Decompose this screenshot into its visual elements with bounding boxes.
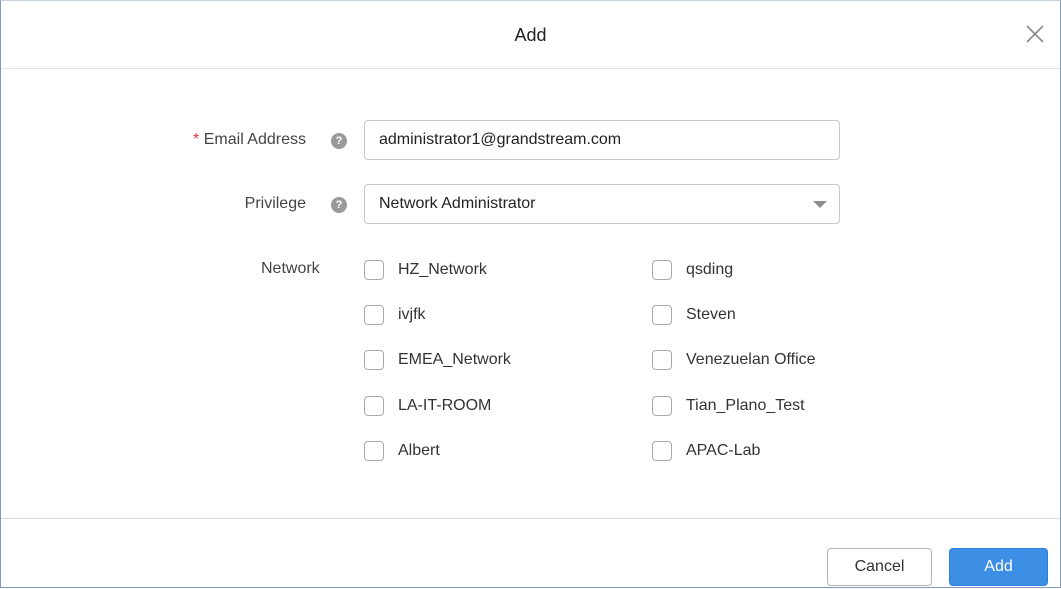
network-label: Network <box>261 260 320 277</box>
network-checkbox-apac-lab[interactable]: APAC-Lab <box>652 439 760 463</box>
checkbox-label: EMEA_Network <box>398 351 511 368</box>
network-checkbox-tian-plano-test[interactable]: Tian_Plano_Test <box>652 394 805 418</box>
checkbox-label: Albert <box>398 442 440 459</box>
network-checkbox-venezuelan-office[interactable]: Venezuelan Office <box>652 348 816 372</box>
network-checkbox-ivjfk[interactable]: ivjfk <box>364 303 426 327</box>
add-dialog: Add * Email Address ? administrator1@gra… <box>0 0 1061 588</box>
checkbox-label: ivjfk <box>398 306 426 323</box>
checkbox[interactable] <box>364 396 384 416</box>
chevron-down-icon <box>813 201 827 208</box>
checkbox[interactable] <box>364 305 384 325</box>
dialog-title: Add <box>514 25 547 45</box>
checkbox[interactable] <box>652 441 672 461</box>
network-checkbox-emea-network[interactable]: EMEA_Network <box>364 348 511 372</box>
network-checkbox-hz-network[interactable]: HZ_Network <box>364 258 487 282</box>
privilege-label: Privilege <box>244 195 306 212</box>
help-icon[interactable]: ? <box>331 197 347 213</box>
cancel-button[interactable]: Cancel <box>827 548 932 586</box>
checkbox-label: qsding <box>686 261 734 278</box>
network-checkbox-steven[interactable]: Steven <box>652 303 736 327</box>
checkbox[interactable] <box>364 350 384 370</box>
privilege-select[interactable]: Network Administrator <box>364 184 840 224</box>
checkbox[interactable] <box>364 441 384 461</box>
privilege-selected-value: Network Administrator <box>379 195 536 212</box>
checkbox[interactable] <box>652 350 672 370</box>
checkbox-label: Steven <box>686 306 736 323</box>
email-field[interactable]: administrator1@grandstream.com <box>364 120 840 160</box>
checkbox[interactable] <box>652 396 672 416</box>
checkbox-label: Venezuelan Office <box>686 351 816 368</box>
network-checkbox-albert[interactable]: Albert <box>364 439 440 463</box>
checkbox[interactable] <box>652 305 672 325</box>
checkbox[interactable] <box>652 260 672 280</box>
email-label-text: Email Address <box>203 131 306 148</box>
checkbox-label: APAC-Lab <box>686 442 761 459</box>
checkbox-label: Tian_Plano_Test <box>686 397 805 414</box>
checkbox-label: LA-IT-ROOM <box>398 397 492 414</box>
checkbox-label: HZ_Network <box>398 261 487 278</box>
network-checkbox-la-it-room[interactable]: LA-IT-ROOM <box>364 394 491 418</box>
dialog-header: Add <box>1 1 1060 69</box>
email-label: * Email Address <box>1 131 306 149</box>
add-button[interactable]: Add <box>949 548 1048 586</box>
required-mark: * <box>193 131 200 148</box>
network-checkbox-qsding[interactable]: qsding <box>652 258 733 282</box>
checkbox[interactable] <box>364 260 384 280</box>
help-icon[interactable]: ? <box>331 133 347 149</box>
close-icon[interactable] <box>1024 23 1046 45</box>
